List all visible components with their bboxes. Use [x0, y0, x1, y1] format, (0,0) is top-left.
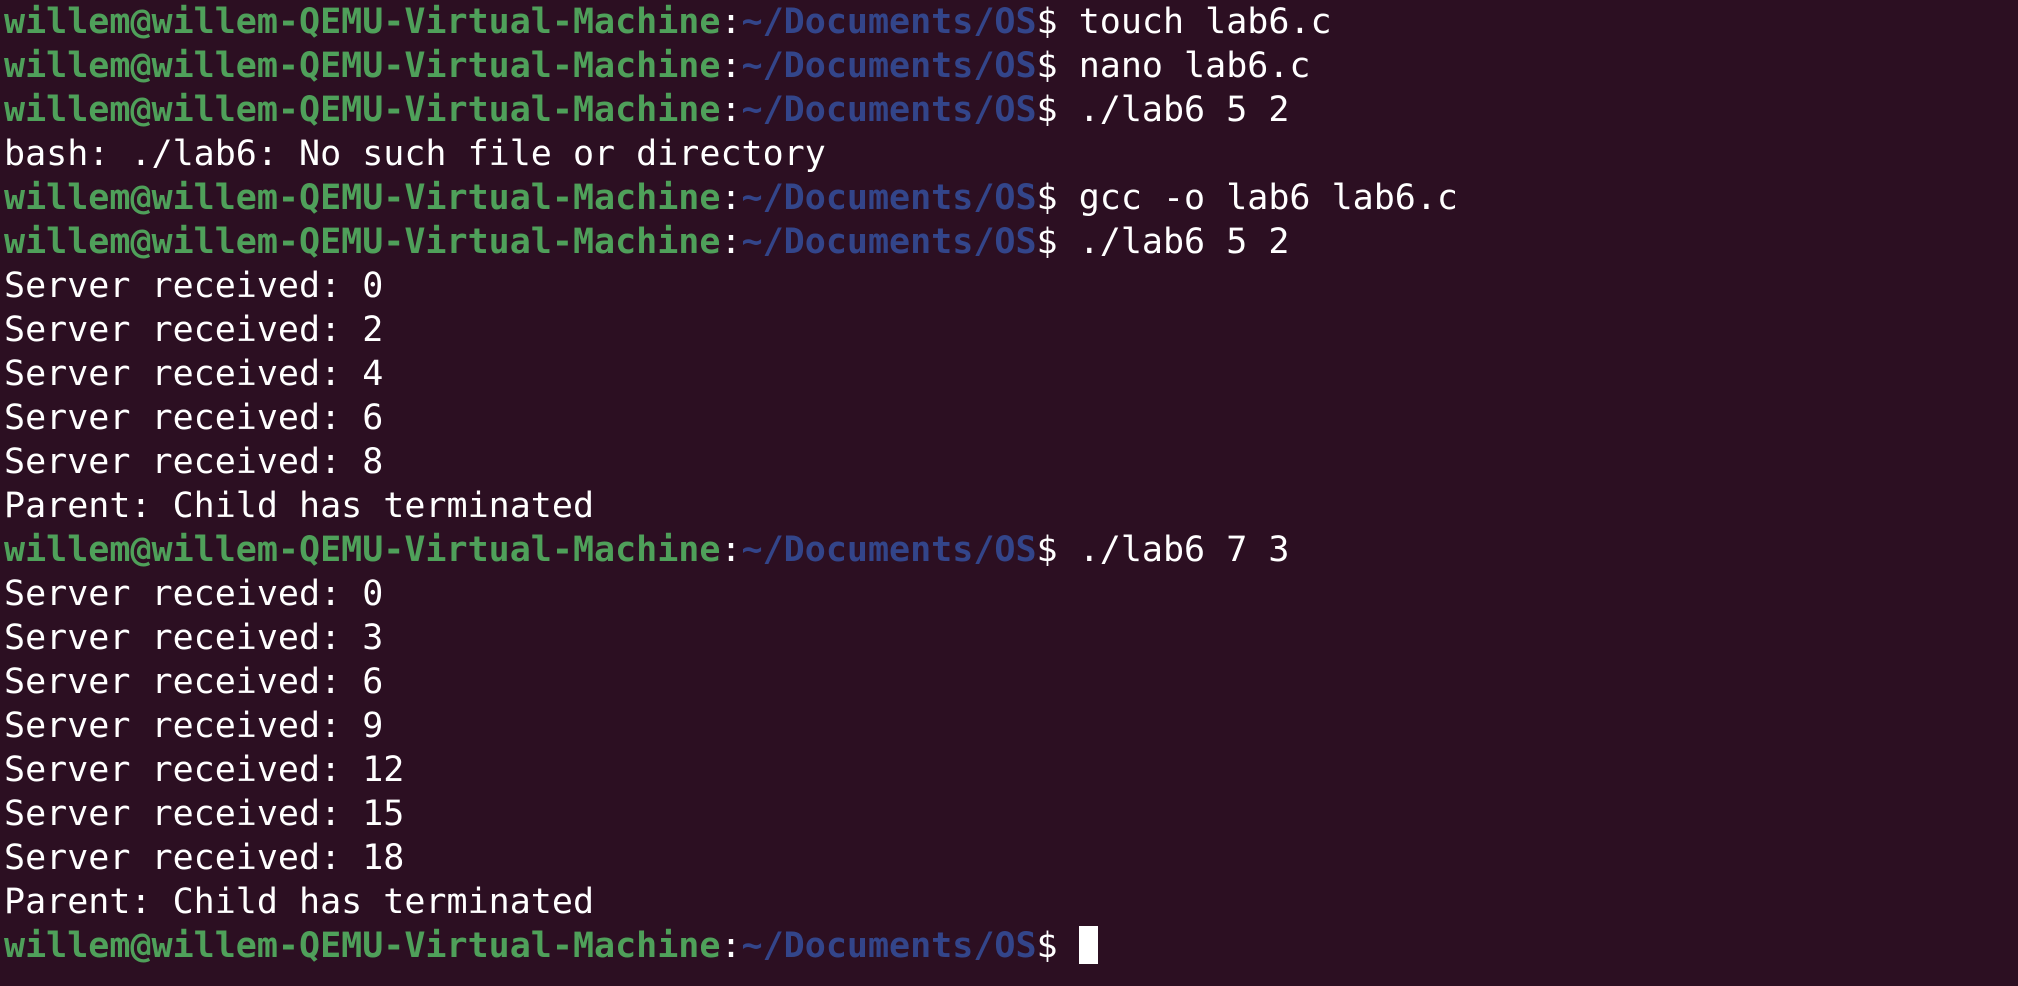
- output-line: Server received: 2: [0, 308, 2018, 352]
- prompt-colon: :: [720, 90, 742, 130]
- output-line: Parent: Child has terminated: [0, 484, 2018, 528]
- active-prompt-line[interactable]: willem@willem-QEMU-Virtual-Machine:~/Doc…: [0, 924, 2018, 968]
- prompt-dollar: $: [1036, 926, 1079, 966]
- prompt-dollar: $: [1036, 2, 1079, 42]
- prompt-path: ~/Documents/OS: [741, 222, 1037, 262]
- prompt-path: ~/Documents/OS: [741, 46, 1037, 86]
- output-line: Server received: 15: [0, 792, 2018, 836]
- output-text: Server received: 6: [4, 662, 384, 702]
- prompt-path: ~/Documents/OS: [741, 178, 1037, 218]
- output-text: Server received: 8: [4, 442, 384, 482]
- output-text: Server received: 0: [4, 266, 384, 306]
- output-line: Server received: 0: [0, 572, 2018, 616]
- output-text: Server received: 15: [4, 794, 405, 834]
- prompt-line: willem@willem-QEMU-Virtual-Machine:~/Doc…: [0, 176, 2018, 220]
- prompt-user: willem@willem-QEMU-Virtual-Machine: [4, 222, 721, 262]
- command-text: ./lab6 5 2: [1078, 222, 1290, 262]
- output-text: Server received: 12: [4, 750, 405, 790]
- output-text: bash: ./lab6: No such file or directory: [4, 134, 826, 174]
- prompt-dollar: $: [1036, 90, 1079, 130]
- output-line: Server received: 0: [0, 264, 2018, 308]
- output-text: Parent: Child has terminated: [4, 882, 595, 922]
- output-text: Server received: 0: [4, 574, 384, 614]
- prompt-line: willem@willem-QEMU-Virtual-Machine:~/Doc…: [0, 0, 2018, 44]
- output-line: Server received: 8: [0, 440, 2018, 484]
- terminal-window[interactable]: willem@willem-QEMU-Virtual-Machine:~/Doc…: [0, 0, 2018, 986]
- text-cursor: [1078, 926, 1098, 964]
- output-line: Server received: 12: [0, 748, 2018, 792]
- prompt-user: willem@willem-QEMU-Virtual-Machine: [4, 530, 721, 570]
- output-line: Server received: 9: [0, 704, 2018, 748]
- output-text: Parent: Child has terminated: [4, 486, 595, 526]
- prompt-colon: :: [720, 926, 742, 966]
- prompt-dollar: $: [1036, 46, 1079, 86]
- prompt-user: willem@willem-QEMU-Virtual-Machine: [4, 926, 721, 966]
- output-text: Server received: 6: [4, 398, 384, 438]
- prompt-user: willem@willem-QEMU-Virtual-Machine: [4, 2, 721, 42]
- prompt-colon: :: [720, 222, 742, 262]
- prompt-line: willem@willem-QEMU-Virtual-Machine:~/Doc…: [0, 220, 2018, 264]
- prompt-user: willem@willem-QEMU-Virtual-Machine: [4, 46, 721, 86]
- output-line: Server received: 18: [0, 836, 2018, 880]
- prompt-dollar: $: [1036, 222, 1079, 262]
- prompt-line: willem@willem-QEMU-Virtual-Machine:~/Doc…: [0, 88, 2018, 132]
- prompt-path: ~/Documents/OS: [741, 926, 1037, 966]
- output-line: Parent: Child has terminated: [0, 880, 2018, 924]
- prompt-line: willem@willem-QEMU-Virtual-Machine:~/Doc…: [0, 528, 2018, 572]
- prompt-path: ~/Documents/OS: [741, 2, 1037, 42]
- prompt-line: willem@willem-QEMU-Virtual-Machine:~/Doc…: [0, 44, 2018, 88]
- output-text: Server received: 3: [4, 618, 384, 658]
- output-line: Server received: 4: [0, 352, 2018, 396]
- output-text: Server received: 2: [4, 310, 384, 350]
- output-text: Server received: 9: [4, 706, 384, 746]
- output-line: Server received: 6: [0, 396, 2018, 440]
- prompt-dollar: $: [1036, 530, 1079, 570]
- prompt-user: willem@willem-QEMU-Virtual-Machine: [4, 178, 721, 218]
- command-text: touch lab6.c: [1078, 2, 1332, 42]
- prompt-colon: :: [720, 178, 742, 218]
- prompt-dollar: $: [1036, 178, 1079, 218]
- output-line: bash: ./lab6: No such file or directory: [0, 132, 2018, 176]
- command-text: ./lab6 7 3: [1078, 530, 1290, 570]
- prompt-colon: :: [720, 530, 742, 570]
- terminal-history: willem@willem-QEMU-Virtual-Machine:~/Doc…: [0, 0, 2018, 924]
- output-text: Server received: 4: [4, 354, 384, 394]
- command-text: nano lab6.c: [1078, 46, 1311, 86]
- prompt-colon: :: [720, 2, 742, 42]
- command-text: ./lab6 5 2: [1078, 90, 1290, 130]
- output-line: Server received: 6: [0, 660, 2018, 704]
- command-text: gcc -o lab6 lab6.c: [1078, 178, 1458, 218]
- output-line: Server received: 3: [0, 616, 2018, 660]
- output-text: Server received: 18: [4, 838, 405, 878]
- prompt-user: willem@willem-QEMU-Virtual-Machine: [4, 90, 721, 130]
- prompt-colon: :: [720, 46, 742, 86]
- prompt-path: ~/Documents/OS: [741, 90, 1037, 130]
- prompt-path: ~/Documents/OS: [741, 530, 1037, 570]
